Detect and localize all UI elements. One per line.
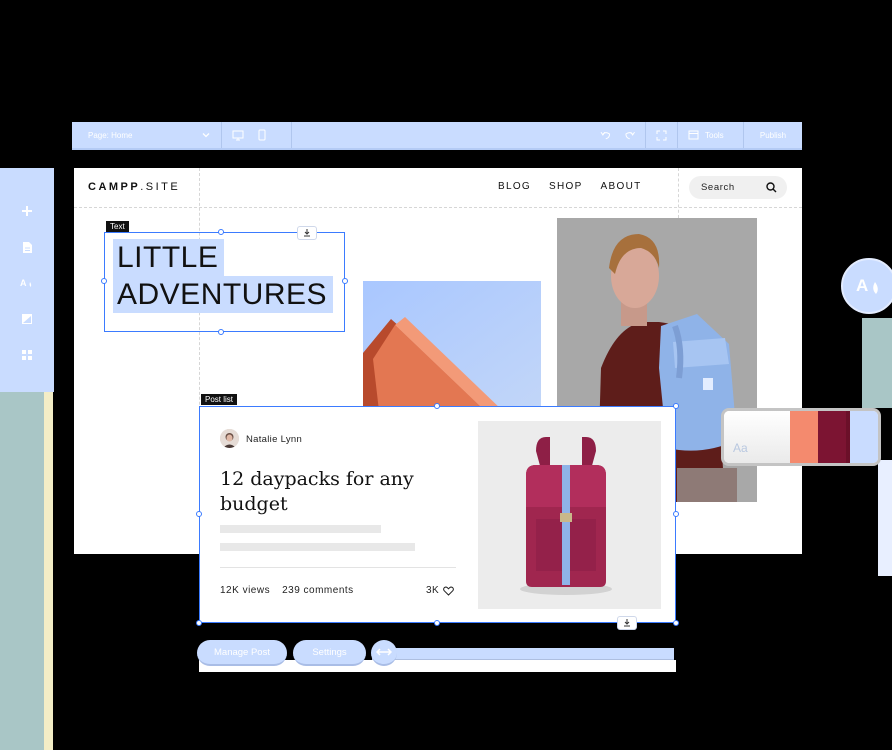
settings-label: Settings bbox=[312, 646, 347, 658]
resize-handle[interactable] bbox=[434, 620, 440, 626]
resize-handle[interactable] bbox=[196, 511, 202, 517]
orange-architecture-image[interactable] bbox=[363, 281, 541, 411]
text-element-tag: Text bbox=[106, 221, 129, 232]
logo-bold: CAMPP bbox=[88, 181, 141, 193]
svg-text:A: A bbox=[856, 276, 868, 295]
manage-post-label: Manage Post bbox=[214, 646, 270, 658]
post-title[interactable]: 12 daypacks for any budget bbox=[220, 467, 450, 517]
post-comments[interactable]: 239 comments bbox=[282, 585, 354, 596]
left-panel-edge bbox=[44, 392, 53, 750]
heart-icon bbox=[443, 586, 455, 596]
resize-handle[interactable] bbox=[218, 229, 224, 235]
guide-line bbox=[74, 207, 802, 208]
site-logo[interactable]: CAMPP.SITE bbox=[88, 181, 180, 193]
undo-redo bbox=[590, 122, 646, 148]
text-placeholder bbox=[220, 543, 415, 551]
post-stats: 12K views 239 comments bbox=[220, 585, 366, 596]
tools-icon bbox=[688, 130, 699, 140]
nav-item-about[interactable]: ABOUT bbox=[601, 181, 642, 192]
editor-top-bar: Page: Home Tools Publish bbox=[72, 122, 802, 150]
text-placeholder bbox=[220, 525, 381, 533]
post-cover-backpack-image[interactable] bbox=[478, 421, 661, 609]
media-icon[interactable] bbox=[18, 310, 36, 328]
download-icon[interactable] bbox=[297, 226, 317, 240]
search-icon bbox=[766, 182, 777, 193]
publish-button[interactable]: Publish bbox=[744, 122, 802, 148]
device-switcher bbox=[222, 122, 292, 148]
action-toolbar-strip bbox=[372, 648, 674, 660]
svg-text:A: A bbox=[20, 278, 27, 288]
post-list-card[interactable]: Natalie Lynn 12 daypacks for any budget … bbox=[199, 406, 676, 623]
manage-post-button[interactable]: Manage Post bbox=[197, 640, 287, 666]
panel-strip bbox=[862, 318, 892, 408]
tools-label: Tools bbox=[705, 130, 724, 140]
site-search[interactable]: Search bbox=[689, 176, 787, 199]
post-views: 12K views bbox=[220, 585, 271, 596]
resize-handle[interactable] bbox=[218, 329, 224, 335]
palette-swatch-coral[interactable] bbox=[789, 411, 818, 463]
resize-handle[interactable] bbox=[101, 278, 107, 284]
download-icon[interactable] bbox=[617, 616, 637, 630]
undo-icon[interactable] bbox=[600, 130, 612, 140]
palette-sample-text: Aa bbox=[733, 441, 748, 455]
resize-handle[interactable] bbox=[196, 620, 202, 626]
divider bbox=[220, 567, 456, 568]
post-list-tag: Post list bbox=[201, 394, 238, 405]
stretch-button[interactable] bbox=[371, 640, 397, 666]
panel-strip bbox=[878, 460, 892, 576]
nav-item-blog[interactable]: BLOG bbox=[498, 181, 531, 192]
post-likes[interactable]: 3K bbox=[426, 585, 455, 596]
resize-handle[interactable] bbox=[434, 403, 440, 409]
nav-item-shop[interactable]: SHOP bbox=[549, 181, 583, 192]
chevron-down-icon bbox=[202, 133, 210, 138]
apps-icon[interactable] bbox=[18, 346, 36, 364]
add-icon[interactable] bbox=[18, 202, 36, 220]
hero-headline[interactable]: LITTLE ADVENTURES bbox=[113, 239, 337, 313]
redo-icon[interactable] bbox=[624, 130, 636, 140]
desktop-icon[interactable] bbox=[232, 130, 244, 141]
mobile-icon[interactable] bbox=[258, 129, 266, 141]
palette-swatch-light-blue[interactable] bbox=[849, 411, 878, 463]
zoom-out-button[interactable] bbox=[646, 122, 678, 148]
avatar bbox=[220, 429, 239, 448]
fit-icon bbox=[656, 130, 667, 140]
page-select[interactable]: Page: Home bbox=[72, 122, 222, 148]
resize-handle[interactable] bbox=[673, 620, 679, 626]
tools-button[interactable]: Tools bbox=[678, 122, 744, 148]
headline-line-1: LITTLE bbox=[113, 239, 225, 276]
headline-line-2: ADVENTURES bbox=[113, 276, 334, 313]
page-icon[interactable] bbox=[18, 238, 36, 256]
settings-button[interactable]: Settings bbox=[293, 640, 366, 666]
resize-handle[interactable] bbox=[673, 511, 679, 517]
theme-button[interactable]: A bbox=[841, 258, 892, 314]
guide-line bbox=[678, 168, 679, 218]
publish-label: Publish bbox=[759, 130, 787, 140]
site-nav: BLOG SHOP ABOUT bbox=[498, 181, 642, 192]
post-author[interactable]: Natalie Lynn bbox=[246, 434, 302, 445]
search-label: Search bbox=[701, 182, 735, 193]
theme-icon: A bbox=[856, 276, 878, 295]
theme-icon[interactable]: A bbox=[18, 274, 36, 292]
likes-count: 3K bbox=[426, 585, 440, 596]
left-toolbar: A bbox=[0, 168, 54, 392]
stretch-icon bbox=[376, 648, 392, 656]
color-palette-card[interactable]: Aa bbox=[721, 408, 881, 466]
resize-handle[interactable] bbox=[673, 403, 679, 409]
left-panel bbox=[0, 392, 44, 750]
resize-handle[interactable] bbox=[342, 278, 348, 284]
palette-font-sample: Aa bbox=[724, 411, 790, 463]
page-select-label: Page: Home bbox=[88, 130, 133, 140]
palette-swatch-wine[interactable] bbox=[817, 411, 847, 463]
logo-rest: .SITE bbox=[140, 181, 181, 193]
